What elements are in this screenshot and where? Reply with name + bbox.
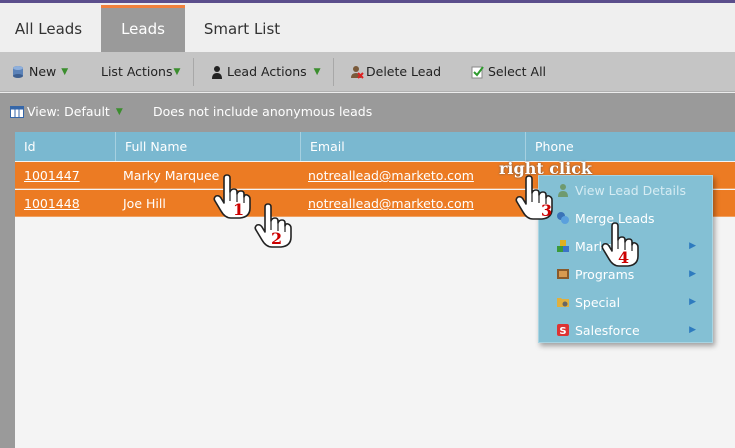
tab-bar: All Leads Leads Smart List [0, 3, 735, 52]
column-header-email[interactable]: Email [301, 132, 526, 161]
tab-smart-list[interactable]: Smart List [190, 6, 294, 52]
svg-text:S: S [559, 326, 566, 337]
new-label: New [29, 64, 57, 79]
submenu-arrow-icon: ▶ [689, 241, 696, 251]
lead-email-link[interactable]: notreallead@marketo.com [299, 190, 474, 217]
anonymous-leads-note: Does not include anonymous leads [153, 104, 373, 119]
delete-person-icon [351, 66, 364, 79]
new-button[interactable]: New ▼ [11, 52, 68, 92]
select-all-label: Select All [488, 64, 547, 79]
delete-lead-button[interactable]: Delete Lead [350, 52, 441, 92]
hand-pointer-icon [213, 174, 251, 219]
column-header-id[interactable]: Id [15, 132, 116, 161]
menu-item-salesforce[interactable]: S Salesforce ▶ [539, 316, 714, 344]
tab-leads[interactable]: Leads [101, 5, 185, 52]
menu-item-label: View Lead Details [575, 182, 686, 198]
step-3-callout: 3 [541, 201, 553, 220]
database-icon [13, 66, 23, 78]
salesforce-icon: S [557, 324, 569, 337]
menu-item-view-lead-details[interactable]: View Lead Details [539, 176, 714, 204]
lead-full-name: Marky Marquee [123, 168, 220, 183]
lead-id-link[interactable]: 1001447 [15, 162, 80, 189]
chevron-down-icon: ▼ [313, 67, 321, 77]
lead-actions-label: Lead Actions [227, 64, 307, 79]
toolbar-divider [333, 58, 334, 86]
list-actions-button[interactable]: List Actions ▼ [101, 52, 180, 92]
lead-id-link[interactable]: 1001448 [15, 190, 80, 217]
menu-item-special[interactable]: Special ▶ [539, 288, 714, 316]
chevron-down-icon: ▼ [61, 67, 69, 77]
toolbar: New ▼ List Actions ▼ Lead Actions ▼ Dele… [0, 52, 735, 92]
checkbox-check-icon [471, 66, 484, 79]
lead-actions-button[interactable]: Lead Actions ▼ [211, 52, 321, 92]
column-header-phone[interactable]: Phone [526, 132, 735, 161]
view-selector[interactable]: View: Default ▼ [10, 93, 123, 131]
step-2-callout: 2 [271, 229, 283, 248]
chevron-down-icon: ▼ [115, 107, 123, 117]
lead-full-name: Joe Hill [123, 196, 166, 211]
submenu-arrow-icon: ▶ [689, 325, 696, 335]
cubes-icon [557, 240, 569, 252]
delete-lead-label: Delete Lead [366, 64, 442, 79]
program-icon [557, 269, 569, 279]
table-header: Id Full Name Email Phone [15, 132, 735, 161]
view-bar: View: Default ▼ Does not include anonymo… [0, 93, 735, 131]
step-1-callout: 1 [233, 200, 245, 219]
chevron-down-icon: ▼ [173, 67, 181, 77]
tab-all-leads[interactable]: All Leads [0, 6, 97, 52]
menu-item-label: Salesforce [575, 322, 640, 338]
menu-item-label: Special [575, 294, 621, 310]
select-all-button[interactable]: Select All [471, 52, 546, 92]
person-icon [558, 184, 568, 197]
list-actions-label: List Actions [101, 64, 173, 79]
submenu-arrow-icon: ▶ [689, 297, 696, 307]
folder-gear-icon [557, 298, 569, 307]
lead-email-link[interactable]: notreallead@marketo.com [299, 162, 474, 189]
grid-view-icon [10, 106, 24, 118]
submenu-arrow-icon: ▶ [689, 269, 696, 279]
view-label: View: Default [27, 104, 110, 119]
step-4-callout: 4 [618, 248, 630, 267]
merge-icon [557, 212, 569, 224]
column-header-full-name[interactable]: Full Name [116, 132, 301, 161]
toolbar-divider [193, 58, 194, 86]
person-icon [212, 66, 222, 79]
